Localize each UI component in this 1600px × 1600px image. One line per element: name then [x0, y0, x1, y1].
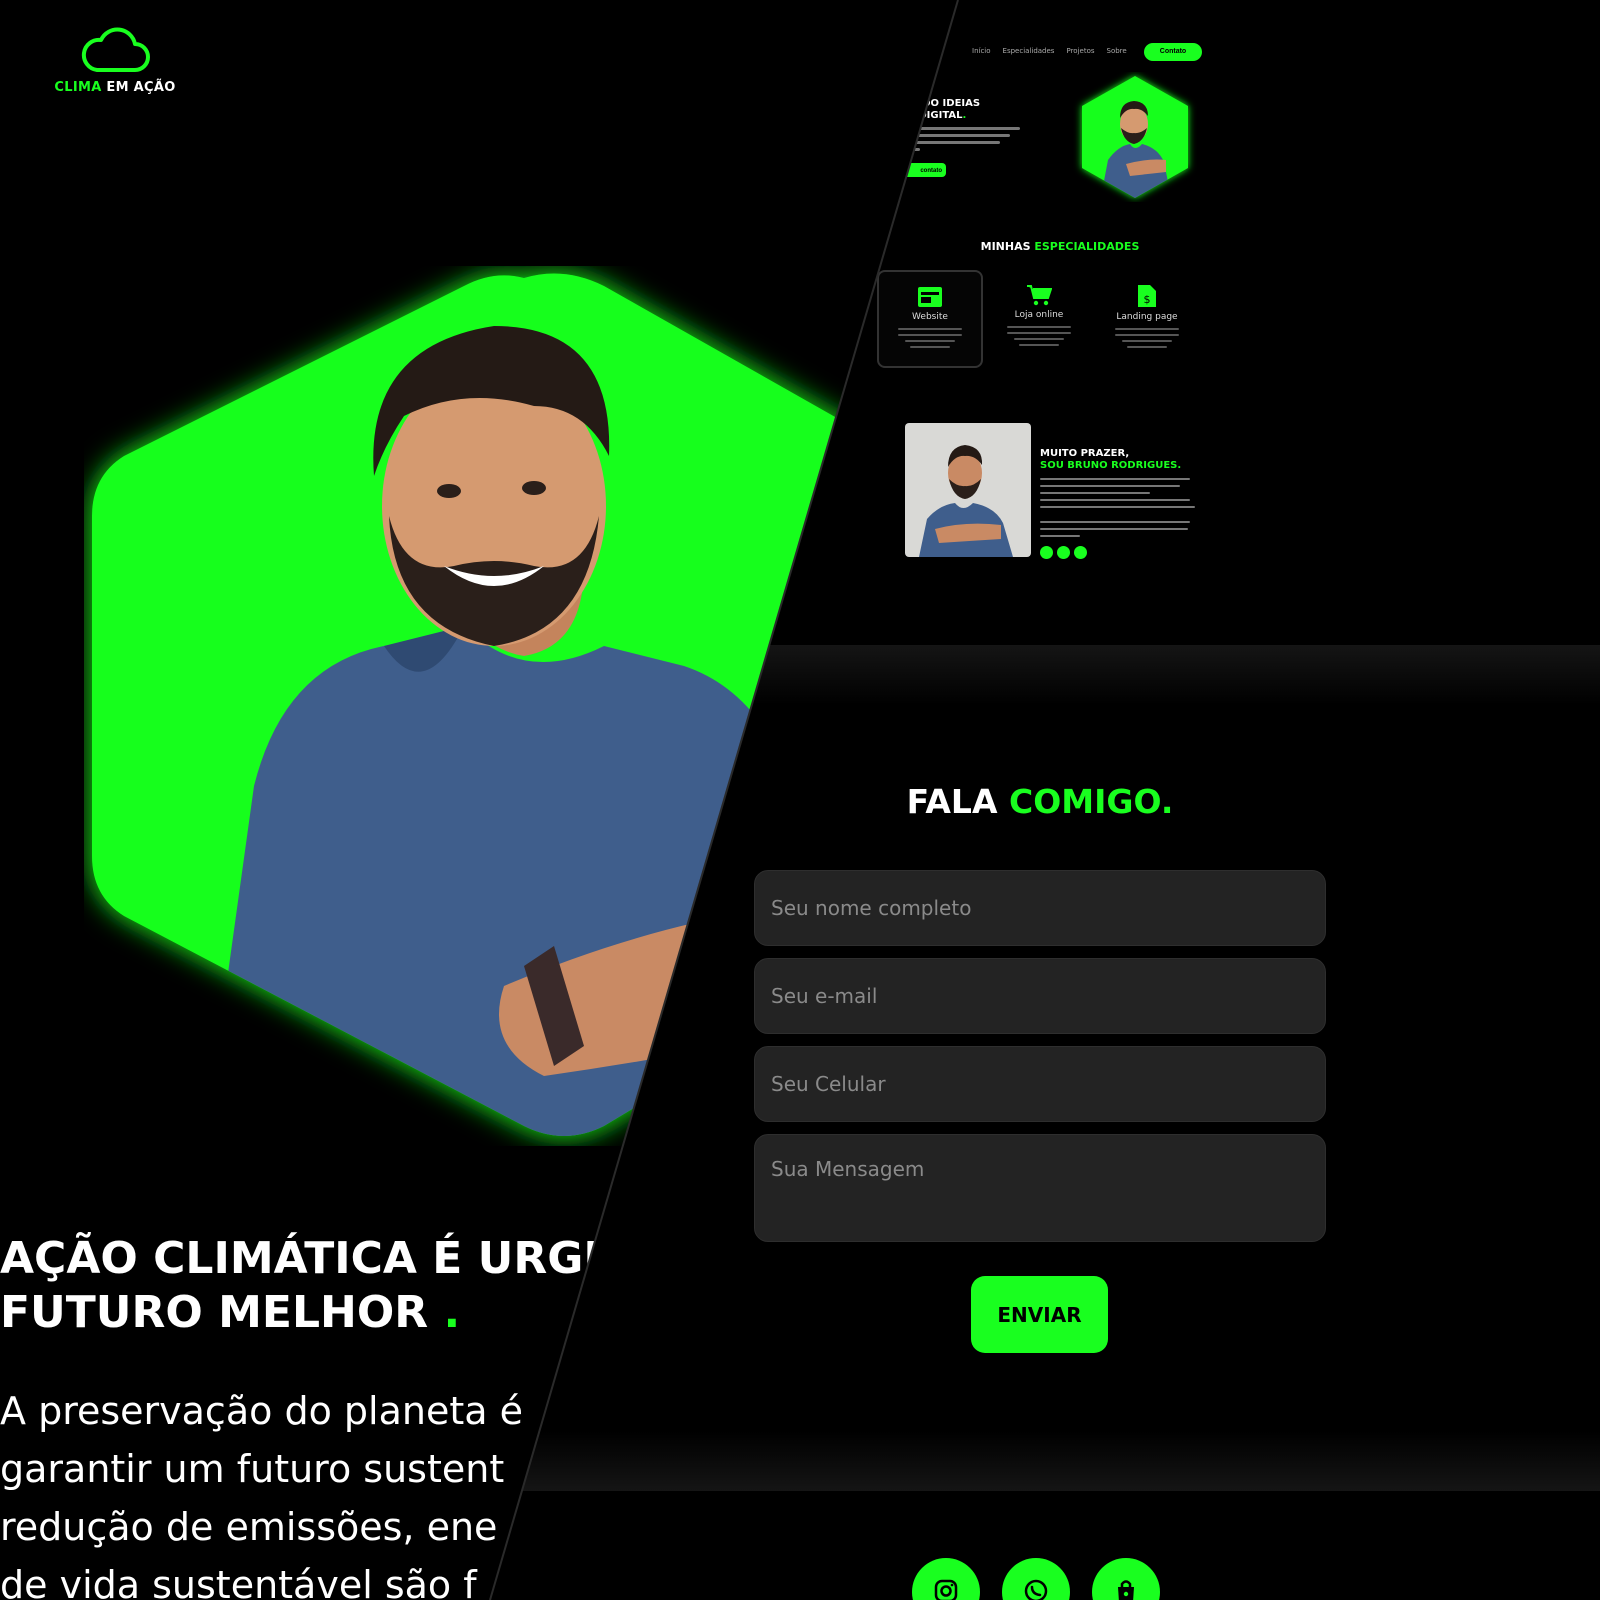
mini-hero-portrait [1082, 76, 1188, 198]
email-field[interactable] [754, 958, 1326, 1034]
hero-title-line1: AÇÃO CLIMÁTICA É URGEN [0, 1233, 651, 1284]
nav-link-inicio[interactable]: Início [972, 47, 991, 55]
contact-nav-button[interactable]: Contato [1144, 43, 1202, 61]
hero-title-line2: FUTURO MELHOR . [0, 1286, 650, 1340]
about-photo [905, 423, 1031, 557]
about-title-line1: MUITO PRAZER, [1040, 448, 1130, 459]
contact-title: FALA COMIGO. [900, 782, 1180, 821]
hero-title-line2-text: FUTURO MELHOR [0, 1287, 429, 1338]
brand-name-accent: CLIMA [54, 80, 102, 95]
hero-title: AÇÃO CLIMÁTICA É URGEN FUTURO MELHOR . [0, 1232, 650, 1340]
brand-name-rest: EM AÇÃO [106, 80, 176, 95]
browser-icon [918, 287, 942, 307]
specialties-title: MINHAS ESPECIALIDADES [960, 240, 1160, 253]
whatsapp-icon[interactable] [1057, 546, 1070, 559]
specialty-card-loja[interactable]: Loja online [986, 270, 1092, 368]
brand-name: CLIMA EM AÇÃO [50, 80, 180, 95]
shop-bag-icon [1118, 1580, 1134, 1600]
specialty-label: Loja online [1014, 310, 1064, 320]
about-social-icons [1040, 546, 1087, 559]
specialties-title-text: MINHAS [980, 240, 1031, 253]
footer-shop[interactable] [1092, 1558, 1160, 1600]
footer-social [912, 1558, 1160, 1600]
footer-instagram[interactable] [912, 1558, 980, 1600]
contact-title-text: FALA [906, 782, 998, 821]
hero-title-dot: . [443, 1287, 461, 1338]
about-text-placeholder [1040, 478, 1195, 542]
specialty-card-landing[interactable]: $ Landing page [1094, 270, 1200, 368]
instagram-icon [934, 1579, 958, 1600]
instagram-icon[interactable] [1040, 546, 1053, 559]
mini-hero-title-dot: . [962, 110, 967, 121]
linkedin-icon[interactable] [1074, 546, 1087, 559]
about-title: MUITO PRAZER, SOU BRUNO RODRIGUES. [1040, 448, 1181, 472]
specialty-text-placeholder [1007, 326, 1071, 346]
message-field[interactable] [754, 1134, 1326, 1242]
specialty-card-website[interactable]: Website [877, 270, 983, 368]
top-nav: Início Especialidades Projetos Sobre [972, 47, 1127, 55]
contact-title-accent: COMIGO. [1009, 782, 1174, 821]
nav-link-sobre[interactable]: Sobre [1107, 47, 1127, 55]
specialty-text-placeholder [898, 328, 962, 348]
name-field[interactable] [754, 870, 1326, 946]
document-dollar-icon: $ [1138, 285, 1156, 307]
cart-icon [1027, 285, 1052, 306]
brand-logo[interactable]: CLIMA EM AÇÃO [50, 26, 180, 95]
specialty-label: Website [912, 312, 948, 322]
footer-whatsapp[interactable] [1002, 1558, 1070, 1600]
nav-link-especialidades[interactable]: Especialidades [1003, 47, 1055, 55]
specialty-text-placeholder [1115, 328, 1179, 348]
about-title-line2: SOU BRUNO RODRIGUES. [1040, 460, 1182, 471]
specialty-label: Landing page [1116, 312, 1178, 322]
specialties-title-accent: ESPECIALIDADES [1034, 240, 1140, 253]
send-button[interactable]: ENVIAR [971, 1276, 1108, 1353]
phone-field[interactable] [754, 1046, 1326, 1122]
whatsapp-icon [1024, 1579, 1048, 1600]
cloud-icon [81, 27, 150, 72]
svg-text:$: $ [1144, 293, 1151, 306]
nav-link-projetos[interactable]: Projetos [1066, 47, 1094, 55]
